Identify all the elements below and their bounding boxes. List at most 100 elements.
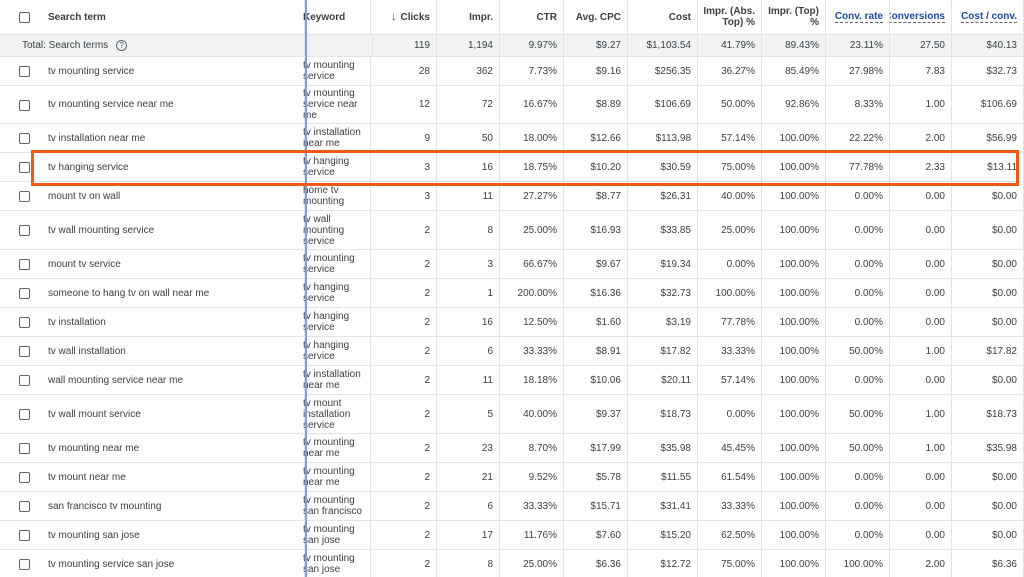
table-row[interactable]: tv wall installationtv hanging service26… — [0, 337, 1024, 366]
header-impr-abs-top[interactable]: Impr. (Abs. Top) % — [698, 0, 762, 34]
conv-rate-cell: 22.22% — [826, 124, 890, 152]
header-conversions[interactable]: Conversions — [890, 0, 952, 34]
clicks-cell: 3 — [373, 153, 437, 181]
header-conversions-label: Conversions — [890, 11, 945, 23]
table-row[interactable]: tv wall mount servicetv mount installati… — [0, 395, 1024, 434]
impr-cell: 8 — [437, 550, 500, 577]
avg-cpc-cell: $9.16 — [564, 57, 628, 85]
cost-cell: $12.72 — [628, 550, 698, 577]
keyword-cell: home tv mounting — [303, 182, 371, 210]
table-row[interactable]: someone to hang tv on wall near metv han… — [0, 279, 1024, 308]
header-avg-cpc[interactable]: Avg. CPC — [564, 0, 628, 34]
table-row[interactable]: tv installation near metv installation n… — [0, 124, 1024, 153]
header-search-term[interactable]: Search term — [0, 0, 305, 34]
header-impr-top[interactable]: Impr. (Top) % — [762, 0, 826, 34]
table-row[interactable]: san francisco tv mountingtv mounting san… — [0, 492, 1024, 521]
search-term-cell: tv hanging service — [0, 153, 305, 181]
table-row[interactable]: tv mounting service san josetv mounting … — [0, 550, 1024, 577]
impr-abs-top-cell: 61.54% — [698, 463, 762, 491]
ctr-cell: 27.27% — [500, 182, 564, 210]
clicks-cell: 2 — [373, 337, 437, 365]
search-term-cell: tv wall mounting service — [0, 211, 305, 249]
cost-per-conv-cell: $0.00 — [952, 182, 1024, 210]
conv-rate-cell: 0.00% — [826, 279, 890, 307]
impr-cell: 362 — [437, 57, 500, 85]
help-icon[interactable]: ? — [116, 40, 128, 51]
avg-cpc-cell: $8.91 — [564, 337, 628, 365]
table-row[interactable]: tv mounting near metv mounting near me22… — [0, 434, 1024, 463]
avg-cpc-cell: $12.66 — [564, 124, 628, 152]
header-ctr[interactable]: CTR — [500, 0, 564, 34]
ctr-cell: 25.00% — [500, 211, 564, 249]
impr-top-cell: 100.00% — [762, 308, 826, 336]
column-resize-handle[interactable] — [305, 0, 307, 577]
header-impr[interactable]: Impr. — [437, 0, 500, 34]
table-row[interactable]: tv wall mounting servicetv wall mounting… — [0, 211, 1024, 250]
clicks-cell: 2 — [373, 521, 437, 549]
cost-cell: $35.98 — [628, 434, 698, 462]
cost-per-conv-cell: $0.00 — [952, 308, 1024, 336]
table-row[interactable]: wall mounting service near metv installa… — [0, 366, 1024, 395]
impr-top-cell: 100.00% — [762, 492, 826, 520]
table-row[interactable]: mount tv on wall home tv mounting 3 11 27.27… — [0, 182, 1024, 211]
impr-top-cell: 100.00% — [762, 395, 826, 433]
table-row[interactable]: mount tv servicetv mounting service2366.… — [0, 250, 1024, 279]
clicks-cell: 2 — [373, 492, 437, 520]
impr-top-cell: 100.00% — [762, 124, 826, 152]
header-keyword[interactable]: Keyword — [303, 0, 371, 34]
table-row[interactable]: tv hanging servicetv hanging service3161… — [0, 153, 1024, 182]
header-keyword-label: Keyword — [303, 11, 346, 23]
keyword-cell: tv installation near me — [303, 366, 371, 394]
table-row[interactable]: tv mounting service near metv mounting s… — [0, 86, 1024, 124]
impr-abs-top-cell: 50.00% — [698, 86, 762, 123]
ctr-cell: 8.70% — [500, 434, 564, 462]
header-cost-per-conv[interactable]: Cost / conv. — [952, 0, 1024, 34]
impr-abs-top-cell: 33.33% — [698, 492, 762, 520]
header-clicks[interactable]: ↓ Clicks — [373, 0, 437, 34]
header-conv-rate[interactable]: Conv. rate — [826, 0, 890, 34]
search-term-cell: tv mounting service — [0, 57, 305, 85]
search-term-cell: mount tv service — [0, 250, 305, 278]
header-impr-top-label: Impr. (Top) % — [768, 6, 819, 28]
cost-per-conv-cell: $0.00 — [952, 250, 1024, 278]
impr-abs-top-cell: 100.00% — [698, 279, 762, 307]
cost-per-conv-cell: $0.00 — [952, 279, 1024, 307]
conv-rate-cell: 50.00% — [826, 337, 890, 365]
table-row[interactable]: tv installationtv hanging service21612.5… — [0, 308, 1024, 337]
total-conv-rate: 23.11% — [826, 35, 890, 56]
ctr-cell: 16.67% — [500, 86, 564, 123]
impr-abs-top-cell: 62.50% — [698, 521, 762, 549]
header-cost-per-conv-label: Cost / conv. — [961, 11, 1017, 23]
impr-cell: 16 — [437, 153, 500, 181]
clicks-cell: 2 — [373, 395, 437, 433]
impr-top-cell: 100.00% — [762, 337, 826, 365]
impr-cell: 16 — [437, 308, 500, 336]
impr-cell: 21 — [437, 463, 500, 491]
conv-rate-cell: 0.00% — [826, 463, 890, 491]
table-row[interactable]: tv mounting san josetv mounting san jose… — [0, 521, 1024, 550]
impr-top-cell: 100.00% — [762, 153, 826, 181]
header-cost[interactable]: Cost — [628, 0, 698, 34]
keyword-cell: tv mounting san francisco — [303, 492, 371, 520]
conversions-cell: 1.00 — [890, 434, 952, 462]
impr-cell: 72 — [437, 86, 500, 123]
ctr-cell: 11.76% — [500, 521, 564, 549]
avg-cpc-cell: $8.77 — [564, 182, 628, 210]
conv-rate-cell: 0.00% — [826, 250, 890, 278]
table-row[interactable]: tv mount near metv mounting near me2219.… — [0, 463, 1024, 492]
search-term-cell: mount tv on wall — [0, 182, 305, 210]
clicks-cell: 2 — [373, 463, 437, 491]
search-term-cell: tv mounting san jose — [0, 521, 305, 549]
table-row[interactable]: tv mounting servicetv mounting service28… — [0, 57, 1024, 86]
impr-abs-top-cell: 57.14% — [698, 124, 762, 152]
conversions-cell: 2.33 — [890, 153, 952, 181]
conversions-cell: 0.00 — [890, 492, 952, 520]
total-impr: 1,194 — [437, 35, 500, 56]
impr-top-cell: 100.00% — [762, 366, 826, 394]
impr-top-cell: 100.00% — [762, 279, 826, 307]
cost-per-conv-cell: $6.36 — [952, 550, 1024, 577]
ctr-cell: 33.33% — [500, 337, 564, 365]
search-term-cell: san francisco tv mounting — [0, 492, 305, 520]
impr-abs-top-cell: 57.14% — [698, 366, 762, 394]
conv-rate-cell: 27.98% — [826, 57, 890, 85]
